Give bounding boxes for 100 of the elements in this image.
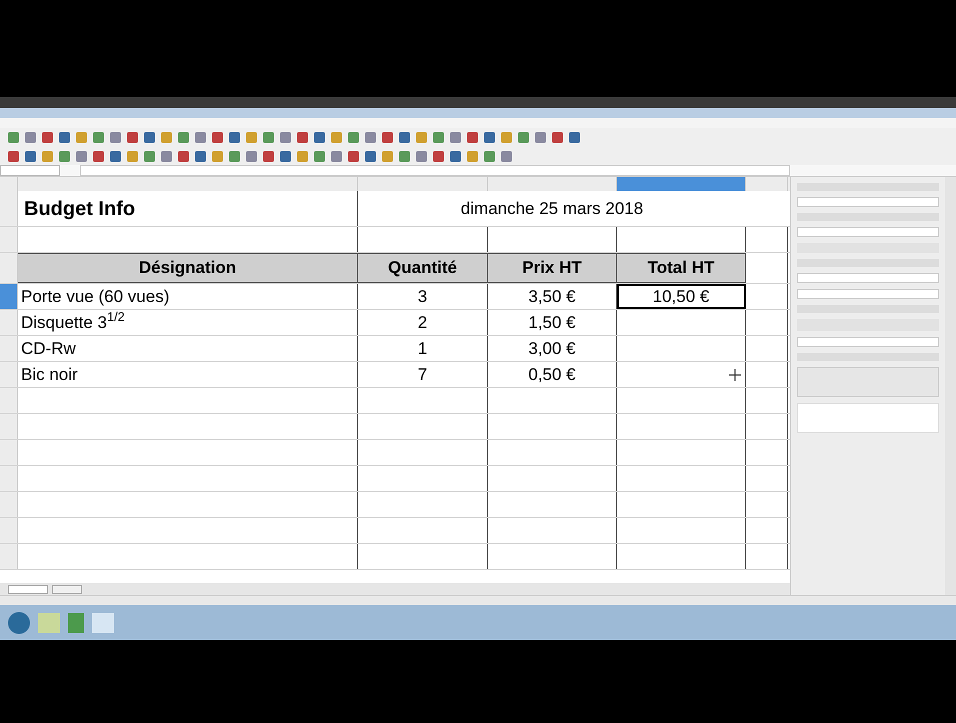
sheet-tab[interactable] [8,584,48,594]
toolbar-icon[interactable] [501,150,512,162]
toolbar-icon[interactable] [297,132,308,143]
row-header[interactable] [0,310,18,335]
column-heading: Quantité [388,257,457,280]
toolbar-icon[interactable] [348,132,359,143]
toolbar-icon[interactable] [382,150,393,162]
cell-text: dimanche 25 mars 2018 [460,198,644,220]
toolbar-icon[interactable] [314,150,325,162]
row-header[interactable] [0,284,18,309]
toolbar-icon[interactable] [8,132,19,143]
row-header[interactable] [0,253,18,283]
toolbar-icon[interactable] [569,132,580,143]
toolbar-icon[interactable] [110,132,121,143]
toolbar-icon[interactable] [382,132,393,143]
toolbar-icon[interactable] [467,132,478,143]
toolbar-icon[interactable] [127,150,138,162]
font-field[interactable] [797,227,939,237]
toolbar-icon[interactable] [552,132,563,143]
toolbar-icon[interactable] [144,150,155,162]
toolbar-icon[interactable] [93,132,104,143]
cell-text: 3,50 € [528,286,576,308]
toolbar-icon[interactable] [59,132,70,143]
toolbar-icon[interactable] [297,150,308,162]
toolbar-icon[interactable] [144,132,155,143]
row-header[interactable] [0,466,18,491]
cell-text: 10,50 € [652,286,710,308]
row-header[interactable] [0,227,18,252]
toolbar-icon[interactable] [518,132,529,143]
toolbar-icon[interactable] [484,150,495,162]
toolbar-icon[interactable] [348,150,359,162]
toolbar-icon[interactable] [535,132,546,143]
formula-input[interactable] [80,165,790,176]
toolbar-icon[interactable] [178,150,189,162]
row-header[interactable] [0,492,18,517]
toolbar-icon[interactable] [450,132,461,143]
column-heading: Prix HT [522,257,582,280]
row-header[interactable] [0,388,18,413]
cell-text: 2 [418,312,428,334]
toolbar-icon[interactable] [25,150,36,162]
cell-text: Disquette 3$^{1/2}$ [21,310,125,334]
toolbar-icon[interactable] [178,132,189,143]
toolbar-icon[interactable] [76,150,87,162]
column-heading: Total HT [648,257,714,280]
cell-text: 3 [418,286,428,308]
toolbar-icon[interactable] [365,132,376,143]
toolbar-icon[interactable] [331,150,342,162]
toolbar-icon[interactable] [433,132,444,143]
toolbar-icon[interactable] [416,150,427,162]
toolbar-icon[interactable] [212,132,223,143]
toolbar-icon[interactable] [229,150,240,162]
toolbar-icon[interactable] [314,132,325,143]
number-format-field[interactable] [797,273,939,283]
decimal-field[interactable] [797,289,939,299]
toolbar-icon[interactable] [365,150,376,162]
toolbar-icon[interactable] [263,150,274,162]
row-header[interactable] [0,544,18,569]
row-header[interactable] [0,336,18,361]
toolbar-icon[interactable] [59,150,70,162]
toolbar-icon[interactable] [399,150,410,162]
toolbar-icon[interactable] [229,132,240,143]
style-field[interactable] [797,197,939,207]
cell-text: 0,50 € [528,364,576,386]
cell-text: 1 [418,338,428,360]
toolbar-icon[interactable] [42,150,53,162]
toolbar-icon[interactable] [399,132,410,143]
cell-text: Bic noir [21,364,78,386]
toolbar-icon[interactable] [450,150,461,162]
toolbar-icon[interactable] [127,132,138,143]
toolbar-icon[interactable] [93,150,104,162]
toolbar-icon[interactable] [246,150,257,162]
toolbar-icon[interactable] [195,150,206,162]
toolbar-icon[interactable] [280,132,291,143]
toolbar-icon[interactable] [263,132,274,143]
sheet-tab[interactable] [52,584,82,594]
toolbar-icon[interactable] [42,132,53,143]
toolbar-icon[interactable] [467,150,478,162]
crosshair-cursor-icon [729,369,741,381]
toolbar-icon[interactable] [484,132,495,143]
toolbar-icon[interactable] [161,150,172,162]
row-header[interactable] [0,414,18,439]
indent-field[interactable] [797,337,939,347]
toolbar-icon[interactable] [280,150,291,162]
preview-panel[interactable] [797,403,939,433]
row-header[interactable] [0,362,18,387]
toolbar-icon[interactable] [433,150,444,162]
row-header[interactable] [0,518,18,543]
start-orb-icon[interactable] [8,612,30,634]
row-header[interactable] [0,440,18,465]
toolbar-icon[interactable] [8,150,19,162]
toolbar-icon[interactable] [110,150,121,162]
toolbar-icon[interactable] [195,132,206,143]
cell-text: 7 [418,364,428,386]
toolbar-icon[interactable] [25,132,36,143]
toolbar-icon[interactable] [212,150,223,162]
cell-text: 3,00 € [528,338,576,360]
cell-text: CD-Rw [21,338,76,360]
row-header[interactable] [0,191,18,226]
cell-text: 1,50 € [528,312,576,334]
cell-borders-panel[interactable] [797,367,939,397]
